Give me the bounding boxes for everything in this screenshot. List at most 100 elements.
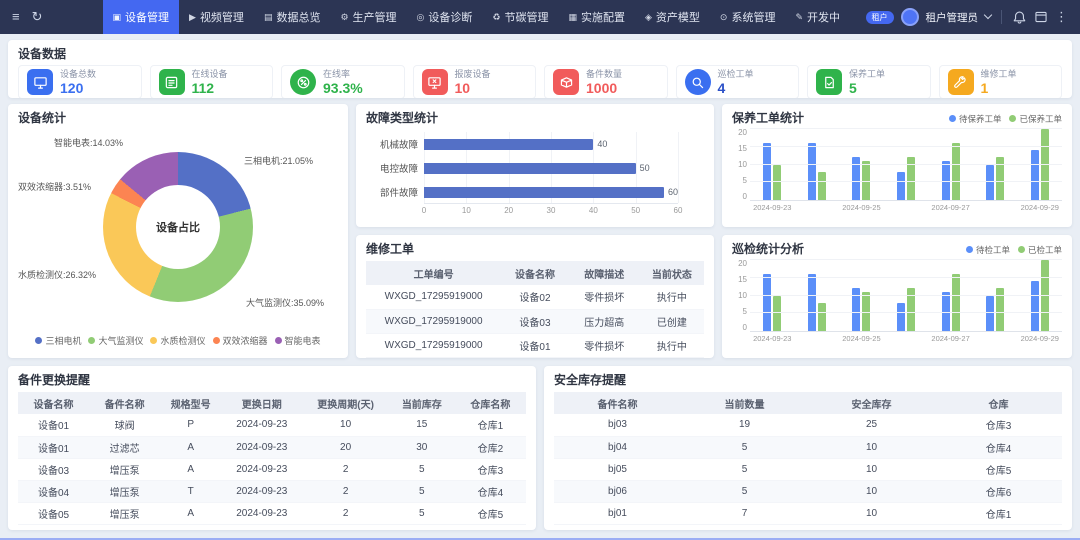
table-row: bj06510仓库6: [554, 480, 1062, 502]
table-cell: 仓库5: [455, 502, 526, 524]
nav-item[interactable]: ♻节碳管理: [482, 0, 558, 34]
nav-item[interactable]: ▶视频管理: [179, 0, 254, 34]
nav-item[interactable]: ▤数据总览: [254, 0, 331, 34]
avatar[interactable]: [901, 8, 919, 26]
table-cell: 10: [808, 502, 935, 524]
y-tick-label: 5: [732, 177, 747, 185]
stat-label: 保养工单: [849, 69, 885, 80]
table-cell: 7: [681, 502, 808, 524]
legend-item[interactable]: 已检工单: [1018, 244, 1062, 256]
legend-item[interactable]: 待检工单: [966, 244, 1010, 256]
nav-item[interactable]: ⚙生产管理: [330, 0, 406, 34]
nav-item[interactable]: ◈资产模型: [635, 0, 710, 34]
table-cell: 仓库3: [935, 414, 1062, 436]
stats-panel: 设备数据 设备总数120在线设备112在线率93.3%报废设备10备件数量100…: [8, 40, 1072, 98]
bar: [952, 274, 960, 331]
y-tick-label: 10: [732, 292, 747, 300]
legend-dot-icon: [88, 337, 95, 344]
more-options-icon[interactable]: [1055, 0, 1068, 34]
y-tick-label: 20: [732, 260, 747, 268]
chevron-down-icon[interactable]: [984, 11, 992, 19]
nav-item[interactable]: ▣设备管理: [103, 0, 180, 34]
table-cell: 5: [389, 480, 455, 502]
data-table: 设备名称备件名称规格型号更换日期更换周期(天)当前库存仓库名称设备01球阀P20…: [18, 392, 526, 525]
legend-item[interactable]: 三相电机: [35, 334, 81, 347]
user-name[interactable]: 租户管理员: [926, 10, 979, 25]
legend-dot-icon: [1018, 246, 1025, 253]
donut-hole: 设备占比: [136, 185, 220, 269]
table-cell: 执行中: [640, 285, 704, 309]
x-tick-label: 0: [422, 206, 426, 215]
table-row: bj04510仓库4: [554, 436, 1062, 458]
y-tick-label: 15: [732, 276, 747, 284]
table-row: bj031925仓库3: [554, 414, 1062, 436]
fault-plot-area: 机械故障40电控故障50部件故障60: [424, 132, 678, 204]
legend-item[interactable]: 智能电表: [275, 334, 321, 347]
top-navbar: ▣设备管理▶视频管理▤数据总览⚙生产管理◎设备诊断♻节碳管理▦实施配置◈资产模型…: [0, 0, 1080, 34]
table-cell: 设备01: [18, 436, 89, 458]
column-header: 规格型号: [160, 392, 221, 414]
legend-item[interactable]: 待保养工单: [949, 113, 1002, 125]
window-icon[interactable]: [1034, 10, 1048, 24]
diagnose-icon: ◎: [417, 12, 425, 23]
monitor-icon: [27, 69, 53, 95]
table-row: 设备03增压泵A2024-09-2325仓库3: [18, 458, 526, 480]
inspect-chart-title: 巡检统计分析: [732, 242, 804, 257]
table-cell: 19: [681, 414, 808, 436]
data-table: 备件名称当前数量安全库存仓库bj031925仓库3bj04510仓库4bj055…: [554, 392, 1062, 525]
column-header: 工单编号: [366, 261, 501, 285]
fault-rows: 机械故障40电控故障50部件故障60: [424, 132, 678, 204]
fault-chart: 机械故障40电控故障50部件故障60 0102030405060: [366, 132, 704, 216]
dev-icon: ✎: [795, 12, 803, 23]
column-header: 备件名称: [89, 392, 160, 414]
nav-item[interactable]: ▦实施配置: [558, 0, 635, 34]
menu-toggle-icon[interactable]: [12, 0, 20, 34]
table-row: 设备05增压泵A2024-09-2325仓库5: [18, 502, 526, 524]
bar-value-label: 60: [668, 187, 678, 197]
nav-item[interactable]: ⊙系统管理: [710, 0, 786, 34]
bar-row: 部件故障60: [424, 180, 678, 204]
legend-label: 三相电机: [45, 334, 81, 347]
notification-bell-icon[interactable]: [1012, 10, 1027, 25]
bar: [1041, 129, 1049, 200]
nav-item[interactable]: ✎开发中: [785, 0, 850, 34]
bar: [424, 139, 593, 150]
x-tick-label: [973, 203, 1018, 215]
table-cell: 25: [808, 414, 935, 436]
data-table: 工单编号设备名称故障描述当前状态WXGD_17295919000设备02零件损坏…: [366, 261, 704, 358]
stat-card: 在线率93.3%: [281, 65, 405, 98]
legend-item[interactable]: 双效浓缩器: [213, 334, 268, 347]
table-cell: 仓库3: [455, 458, 526, 480]
refresh-icon[interactable]: [32, 0, 43, 34]
bar: [897, 303, 905, 331]
table-cell: 仓库1: [455, 414, 526, 436]
column-header: 设备名称: [18, 392, 89, 414]
nav-item[interactable]: ◎设备诊断: [407, 0, 483, 34]
stat-card: 维修工单1: [939, 65, 1063, 98]
nav-item-label: 设备管理: [125, 9, 169, 25]
stat-value: 4: [718, 80, 754, 96]
table-cell: A: [160, 458, 221, 480]
legend-item[interactable]: 大气监测仪: [88, 334, 143, 347]
table-cell: 零件损坏: [569, 285, 640, 309]
plot-area: [750, 260, 1062, 332]
table-cell: 5: [389, 458, 455, 480]
table-cell: 2024-09-23: [221, 480, 302, 502]
stat-card: 在线设备112: [150, 65, 274, 98]
legend-item[interactable]: 水质检测仪: [150, 334, 205, 347]
legend-item[interactable]: 已保养工单: [1009, 113, 1062, 125]
stat-value: 5: [849, 80, 885, 96]
bar: [763, 274, 771, 331]
column-header: 更换周期(天): [302, 392, 388, 414]
legend-label: 待检工单: [976, 244, 1010, 256]
y-tick-label: 0: [732, 324, 747, 332]
bar-value-label: 50: [640, 163, 650, 173]
nav-item-label: 设备诊断: [428, 9, 472, 25]
stat-value: 112: [192, 80, 228, 96]
table-header-row: 设备名称备件名称规格型号更换日期更换周期(天)当前库存仓库名称: [18, 392, 526, 414]
table-cell: 10: [808, 458, 935, 480]
bar-group: [763, 260, 781, 331]
legend-label: 已检工单: [1028, 244, 1062, 256]
bar: [986, 165, 994, 201]
stat-cards: 设备总数120在线设备112在线率93.3%报废设备10备件数量1000巡检工单…: [18, 65, 1062, 98]
